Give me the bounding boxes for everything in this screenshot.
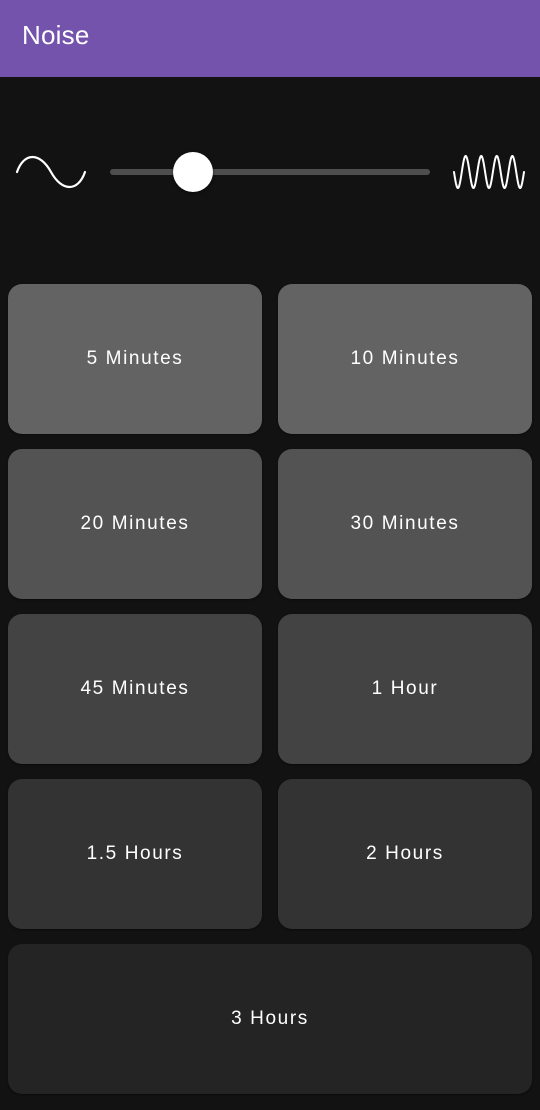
- app-title: Noise: [22, 20, 90, 50]
- timer-button-2-hours[interactable]: 2 Hours: [278, 779, 532, 929]
- timer-button-label: 30 Minutes: [350, 513, 460, 534]
- timer-button-1-hour[interactable]: 1 Hour: [278, 614, 532, 764]
- timer-button-30-minutes[interactable]: 30 Minutes: [278, 449, 532, 599]
- sine-wave-high-frequency-icon: [453, 154, 525, 190]
- app-root: Noise 5 Minutes 10 Minutes 20 Minutes 30…: [0, 0, 540, 1110]
- timer-button-5-minutes[interactable]: 5 Minutes: [8, 284, 262, 434]
- sine-wave-low-frequency-icon: [15, 155, 87, 189]
- timer-button-label: 5 Minutes: [86, 348, 184, 369]
- timer-button-20-minutes[interactable]: 20 Minutes: [8, 449, 262, 599]
- timer-button-label: 1 Hour: [371, 678, 439, 699]
- app-bar: Noise: [0, 0, 540, 77]
- frequency-slider[interactable]: [110, 152, 430, 192]
- timer-button-10-minutes[interactable]: 10 Minutes: [278, 284, 532, 434]
- timer-button-label: 3 Hours: [231, 1008, 309, 1029]
- timer-button-label: 20 Minutes: [80, 513, 190, 534]
- timer-button-1-5-hours[interactable]: 1.5 Hours: [8, 779, 262, 929]
- slider-thumb[interactable]: [173, 152, 214, 192]
- timer-button-label: 10 Minutes: [350, 348, 460, 369]
- timer-button-label: 45 Minutes: [80, 678, 190, 699]
- timer-button-label: 1.5 Hours: [86, 843, 184, 864]
- slider-track[interactable]: [110, 169, 430, 175]
- timer-button-label: 2 Hours: [366, 843, 444, 864]
- frequency-slider-row: [0, 140, 540, 204]
- timer-button-3-hours[interactable]: 3 Hours: [8, 944, 532, 1094]
- timer-button-45-minutes[interactable]: 45 Minutes: [8, 614, 262, 764]
